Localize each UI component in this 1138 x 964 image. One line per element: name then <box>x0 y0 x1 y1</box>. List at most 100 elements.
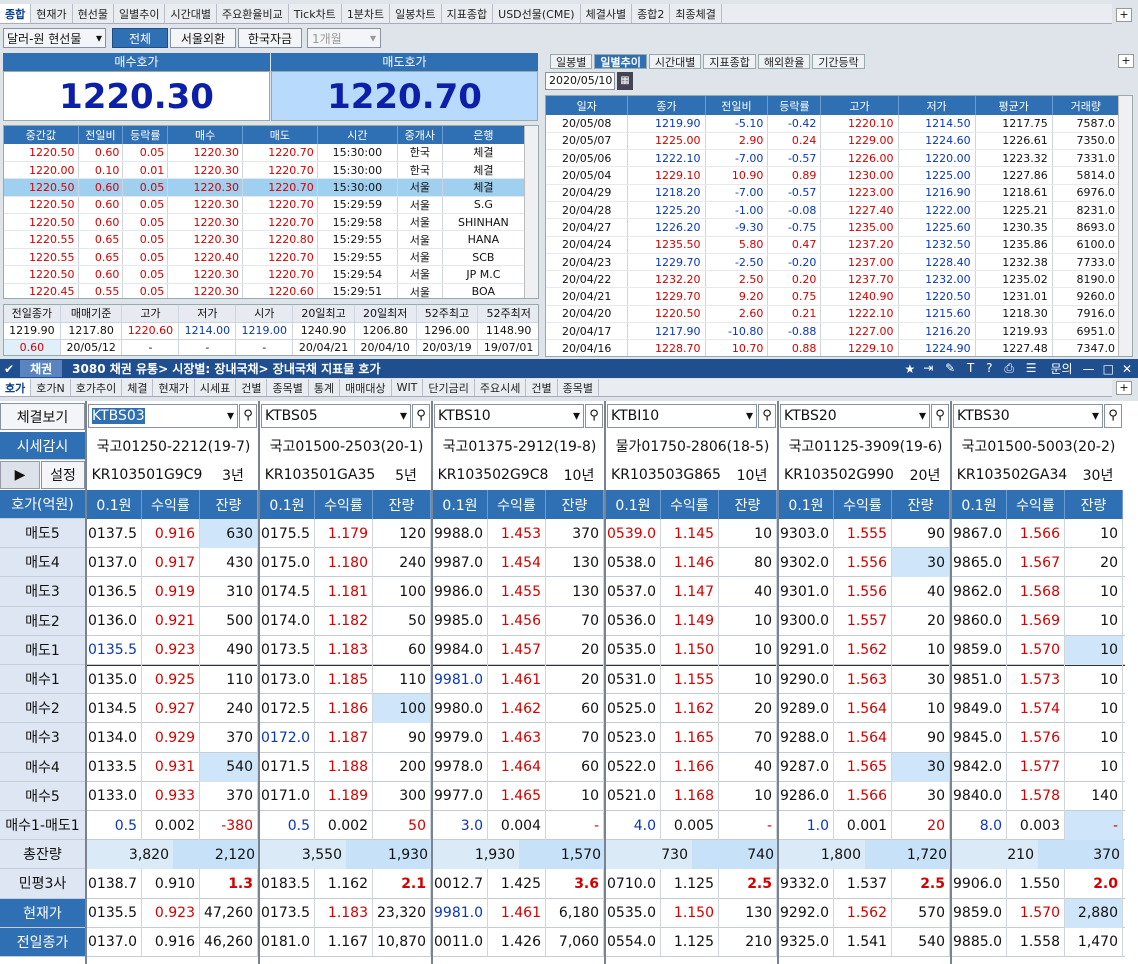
quote-cell[interactable]: 0.916 <box>142 519 200 549</box>
quote-cell[interactable]: 0.925 <box>142 665 200 695</box>
quote-cell[interactable]: 0.004 <box>488 811 546 841</box>
quote-cell[interactable]: 0.927 <box>142 694 200 724</box>
bond-code-select[interactable]: KTBS20 ▾ <box>780 404 930 428</box>
quote-cell[interactable]: 1.555 <box>834 519 892 549</box>
quote-cell[interactable]: 10 <box>546 781 604 811</box>
top-tab-8[interactable]: 일봉차트 <box>390 4 442 23</box>
help-label[interactable]: 문의 <box>1051 360 1073 377</box>
quote-cell[interactable]: 1.181 <box>315 577 373 607</box>
quote-cell[interactable]: 1.165 <box>661 723 719 753</box>
bond-tab-14[interactable]: 종목별 <box>558 379 599 396</box>
quote-cell[interactable]: 0.002 <box>142 811 200 841</box>
quote-cell[interactable]: 10 <box>1065 606 1123 636</box>
quote-cell[interactable]: 10135.5 <box>87 635 142 665</box>
history-row[interactable]: 20/04/20 1220.50 2.60 0.21 1222.10 1215.60 121… <box>546 305 1121 324</box>
quote-cell[interactable]: 9981.0 <box>433 665 488 695</box>
play-icon[interactable]: ▶ <box>0 461 40 489</box>
quote-cell[interactable]: 1.557 <box>834 606 892 636</box>
quote-cell[interactable]: 9849.0 <box>952 694 1007 724</box>
quote-cell[interactable]: 1.566 <box>1007 519 1065 549</box>
quote-cell[interactable]: 10175.5 <box>260 519 315 549</box>
quote-cell[interactable]: 1.566 <box>834 781 892 811</box>
quote-cell[interactable]: 30 <box>892 548 950 578</box>
quote-cell[interactable]: 10 <box>719 665 777 695</box>
ticker-row[interactable]: 1220.50 0.60 0.05 1220.30 1220.70 15:29:59 서울 S… <box>4 196 526 215</box>
bond-tab-13[interactable]: 건별 <box>526 379 558 396</box>
quote-cell[interactable]: 9290.0 <box>779 665 834 695</box>
quote-cell[interactable]: 1.456 <box>488 606 546 636</box>
quote-cell[interactable]: 30 <box>892 781 950 811</box>
quote-cell[interactable]: 1.185 <box>315 665 373 695</box>
bond-tab-12[interactable]: 주요시세 <box>475 379 527 396</box>
quote-cell[interactable]: 10538.0 <box>606 548 661 578</box>
bond-code-select[interactable]: KTBI10 ▾ <box>607 404 757 428</box>
quote-cell[interactable]: 1.577 <box>1007 752 1065 782</box>
quote-cell[interactable]: 1.187 <box>315 723 373 753</box>
quote-cell[interactable]: 10172.5 <box>260 694 315 724</box>
quote-cell[interactable]: 240 <box>200 694 258 724</box>
top-tab-11[interactable]: 체결사별 <box>581 4 633 23</box>
quote-cell[interactable]: 9862.0 <box>952 577 1007 607</box>
history-header[interactable]: 평균가 <box>975 96 1053 115</box>
quote-cell[interactable]: 10521.0 <box>606 781 661 811</box>
quote-cell[interactable]: 0.5 <box>260 811 315 841</box>
quote-cell[interactable]: 10136.5 <box>87 577 142 607</box>
quote-cell[interactable]: 1.149 <box>661 606 719 636</box>
search-icon[interactable]: ⚲ <box>1104 404 1122 428</box>
quote-cell[interactable]: 540 <box>200 752 258 782</box>
quote-cell[interactable]: 1.188 <box>315 752 373 782</box>
quote-cell[interactable]: - <box>1065 811 1123 841</box>
quote-cell[interactable]: 9851.0 <box>952 665 1007 695</box>
quote-cell[interactable]: 9288.0 <box>779 723 834 753</box>
history-row[interactable]: 20/04/24 1235.50 5.80 0.47 1237.20 1232.50 123… <box>546 236 1121 254</box>
ticker-header[interactable]: 전일비 <box>78 126 124 144</box>
quote-cell[interactable]: 1.562 <box>834 635 892 665</box>
quote-cell[interactable]: 30 <box>892 752 950 782</box>
quote-cell[interactable]: 10135.0 <box>87 665 142 695</box>
quote-cell[interactable]: 70 <box>546 606 604 636</box>
ticker-row[interactable]: 1220.50 0.60 0.05 1220.30 1220.70 15:29:58 서울 S… <box>4 213 526 232</box>
quote-cell[interactable]: 9984.0 <box>433 635 488 665</box>
quote-cell[interactable]: 370 <box>200 723 258 753</box>
quote-cell[interactable]: 9860.0 <box>952 606 1007 636</box>
quote-cell[interactable]: 50 <box>373 811 431 841</box>
quote-cell[interactable]: 10133.0 <box>87 781 142 811</box>
quote-cell[interactable]: 1.455 <box>488 577 546 607</box>
history-row[interactable]: 20/04/28 1225.20 -1.00 -0.08 1227.40 1222.00 1… <box>546 201 1121 220</box>
bond-tab-5[interactable]: 시세표 <box>195 379 237 396</box>
quote-cell[interactable]: 10171.5 <box>260 752 315 782</box>
history-row[interactable]: 20/05/08 1219.90 -5.10 -0.42 1220.10 1214.50 1… <box>546 115 1121 133</box>
quote-cell[interactable]: 1.155 <box>661 665 719 695</box>
history-tab-3[interactable]: 지표종합 <box>703 54 756 69</box>
quote-cell[interactable]: 9302.0 <box>779 548 834 578</box>
quote-cell[interactable]: 130 <box>546 577 604 607</box>
quote-cell[interactable]: 10 <box>1065 577 1123 607</box>
history-row[interactable]: 20/04/27 1226.20 -9.30 -0.75 1235.00 1225.60 1… <box>546 218 1121 237</box>
quote-cell[interactable]: 10173.5 <box>260 635 315 665</box>
quote-cell[interactable]: 0.921 <box>142 606 200 636</box>
bond-tab-6[interactable]: 건별 <box>236 379 268 396</box>
top-tab-5[interactable]: 주요환율비교 <box>217 4 289 23</box>
quote-cell[interactable]: 3.0 <box>433 811 488 841</box>
ticker-row[interactable]: 1220.45 0.55 0.05 1220.30 1220.60 15:29:51 서울 B… <box>4 283 526 298</box>
add-bond-tab-button[interactable]: + <box>1116 381 1132 395</box>
minimize-icon[interactable]: — <box>1083 362 1095 376</box>
calendar-icon[interactable]: ▦ <box>617 72 633 90</box>
quote-cell[interactable]: 1.556 <box>834 577 892 607</box>
settings-button[interactable]: 설정 <box>41 461 85 489</box>
ticker-header[interactable]: 매도 <box>242 126 318 144</box>
quote-cell[interactable]: 430 <box>200 548 258 578</box>
quote-cell[interactable]: 1.186 <box>315 694 373 724</box>
quote-cell[interactable]: 10 <box>1065 723 1123 753</box>
history-header[interactable]: 거래량 <box>1052 96 1121 115</box>
history-row[interactable]: 20/04/23 1229.70 -2.50 -0.20 1237.00 1228.40 1… <box>546 253 1121 272</box>
quote-cell[interactable]: 1.573 <box>1007 665 1065 695</box>
quote-cell[interactable]: 10173.0 <box>260 665 315 695</box>
ticker-row[interactable]: 1220.55 0.65 0.05 1220.40 1220.70 15:29:55 서울 S… <box>4 248 526 267</box>
quote-cell[interactable]: 10531.0 <box>606 665 661 695</box>
quote-cell[interactable]: - <box>546 811 604 841</box>
quote-cell[interactable]: 10175.0 <box>260 548 315 578</box>
quote-cell[interactable]: 10 <box>892 635 950 665</box>
quote-cell[interactable]: 10134.5 <box>87 694 142 724</box>
quote-cell[interactable]: 1.568 <box>1007 577 1065 607</box>
